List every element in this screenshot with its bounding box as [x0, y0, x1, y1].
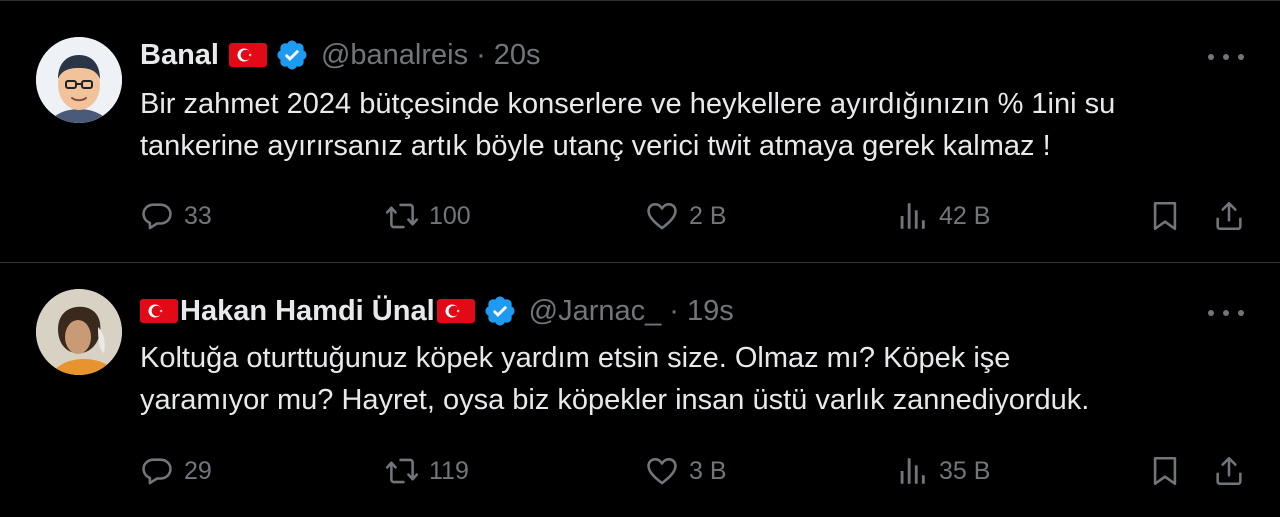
tweet-text: Koltuğa oturttuğunuz köpek yardım etsin …: [140, 337, 1250, 421]
retweet-button[interactable]: 100: [385, 196, 471, 236]
display-name[interactable]: Banal: [140, 35, 219, 75]
timestamp[interactable]: 19s: [687, 291, 734, 331]
reply-count: 29: [184, 456, 212, 485]
share-icon: [1212, 199, 1246, 233]
like-icon: [645, 199, 679, 233]
display-name[interactable]: Hakan Hamdi Ünal: [180, 291, 435, 331]
tweet-header: Hakan Hamdi Ünal @Jarnac_ · 19s: [140, 291, 734, 331]
reply-count: 33: [184, 201, 212, 230]
more-icon[interactable]: [1208, 45, 1244, 69]
verified-icon[interactable]: [483, 294, 517, 328]
like-button[interactable]: 3 B: [645, 451, 727, 491]
retweet-count: 119: [429, 456, 469, 485]
reply-icon: [140, 454, 174, 488]
bookmark-button[interactable]: [1148, 451, 1182, 491]
tweet-text: Bir zahmet 2024 bütçesinde konserlere ve…: [140, 83, 1250, 167]
views-icon: [895, 454, 929, 488]
reply-icon: [140, 199, 174, 233]
views-button[interactable]: 35 B: [895, 451, 990, 491]
username[interactable]: @Jarnac_: [529, 291, 662, 331]
views-count: 42 B: [939, 201, 991, 230]
bookmark-button[interactable]: [1148, 196, 1182, 236]
separator: ·: [669, 295, 679, 327]
tweet[interactable]: Hakan Hamdi Ünal @Jarnac_ · 19s Koltuğa …: [0, 262, 1280, 517]
views-icon: [895, 199, 929, 233]
separator: ·: [476, 39, 486, 71]
retweet-icon: [385, 199, 419, 233]
turkish-flag-icon: [140, 299, 178, 323]
share-icon: [1212, 454, 1246, 488]
views-count: 35 B: [939, 456, 991, 485]
tweet-text-line: yaramıyor mu? Hayret, oysa biz köpekler …: [140, 384, 1090, 416]
like-icon: [645, 454, 679, 488]
tweet-text-line: Bir zahmet 2024 bütçesinde konserlere ve…: [140, 88, 1116, 120]
avatar-icon: [36, 37, 122, 123]
more-icon[interactable]: [1208, 301, 1244, 325]
turkish-flag-icon: [229, 43, 267, 67]
share-button[interactable]: [1212, 196, 1246, 236]
retweet-icon: [385, 454, 419, 488]
reply-button[interactable]: 29: [140, 451, 212, 491]
tweet-text-line: tankerine ayırırsanız artık böyle utanç …: [140, 130, 1051, 162]
avatar[interactable]: [36, 37, 122, 123]
like-count: 3 B: [689, 456, 727, 485]
tweet-text-line: Koltuğa oturttuğunuz köpek yardım etsin …: [140, 342, 1011, 374]
avatar-icon: [36, 289, 122, 375]
like-button[interactable]: 2 B: [645, 196, 727, 236]
turkish-flag-icon: [437, 299, 475, 323]
action-bar: 29 119 3 B 35 B: [140, 451, 1250, 491]
avatar[interactable]: [36, 289, 122, 375]
username[interactable]: @banalreis: [321, 35, 468, 75]
retweet-button[interactable]: 119: [385, 451, 469, 491]
verified-icon[interactable]: [275, 38, 309, 72]
bookmark-icon: [1148, 199, 1182, 233]
retweet-count: 100: [429, 201, 471, 230]
action-bar: 33 100 2 B 42 B: [140, 196, 1250, 236]
bookmark-icon: [1148, 454, 1182, 488]
tweet-header: Banal @banalreis · 20s: [140, 35, 541, 75]
timestamp[interactable]: 20s: [494, 35, 541, 75]
share-button[interactable]: [1212, 451, 1246, 491]
views-button[interactable]: 42 B: [895, 196, 990, 236]
tweet[interactable]: Banal @banalreis · 20s Bir zahmet 2024 b…: [0, 0, 1280, 263]
reply-button[interactable]: 33: [140, 196, 212, 236]
like-count: 2 B: [689, 201, 727, 230]
